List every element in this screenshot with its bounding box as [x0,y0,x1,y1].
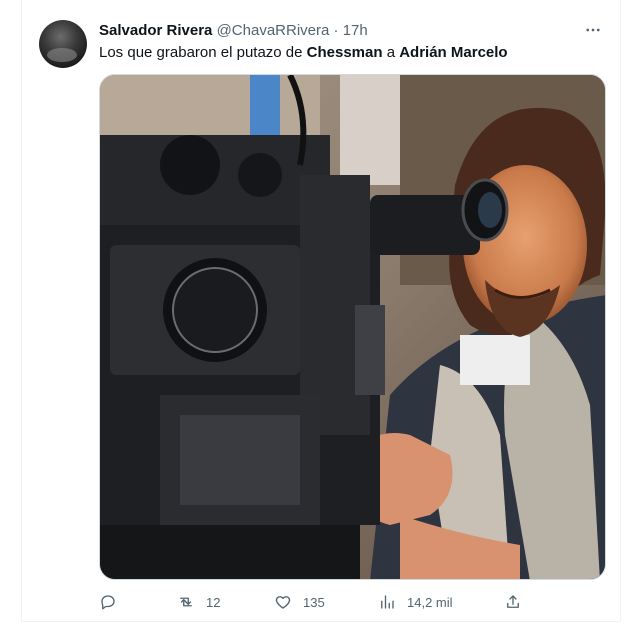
tweet-time[interactable]: 17h [343,22,368,39]
action-bar: 12 135 14,2 mil [99,590,529,614]
retweet-button[interactable]: 12 [177,590,220,614]
author-name[interactable]: Salvador Rivera [99,22,212,39]
author-handle[interactable]: @ChavaRRivera [217,22,330,39]
tweet-text-part: a [382,44,400,61]
views-icon [381,595,394,609]
heart-icon [275,596,291,609]
tweet-text-part: Los que grabaron el putazo de [99,44,307,61]
reply-button[interactable] [99,590,117,614]
photo-illustration [100,75,605,579]
tweet-card[interactable]: Salvador Rivera @ChavaRRivera · 17h Los … [21,0,621,622]
reply-icon [101,595,115,610]
header-separator: · [333,22,339,39]
tweet-text-bold: Adrián Marcelo [399,44,508,61]
avatar[interactable] [39,20,87,68]
like-button[interactable]: 135 [274,590,325,614]
views-button[interactable]: 14,2 mil [378,590,453,614]
tweet-text-bold: Chessman [306,44,383,61]
like-count: 135 [303,594,325,610]
share-icon [507,595,519,608]
page-margin [0,0,21,627]
tweet-photo[interactable] [99,74,606,580]
share-button[interactable] [504,590,522,614]
tweet-text: Los que grabaron el putazo de Chessman a… [99,43,508,63]
retweet-icon [180,597,192,607]
tweet-header: Salvador Rivera @ChavaRRivera · 17h [99,21,368,41]
views-count: 14,2 mil [407,594,453,610]
retweet-count: 12 [206,594,221,610]
more-horizontal-icon[interactable] [582,19,604,41]
